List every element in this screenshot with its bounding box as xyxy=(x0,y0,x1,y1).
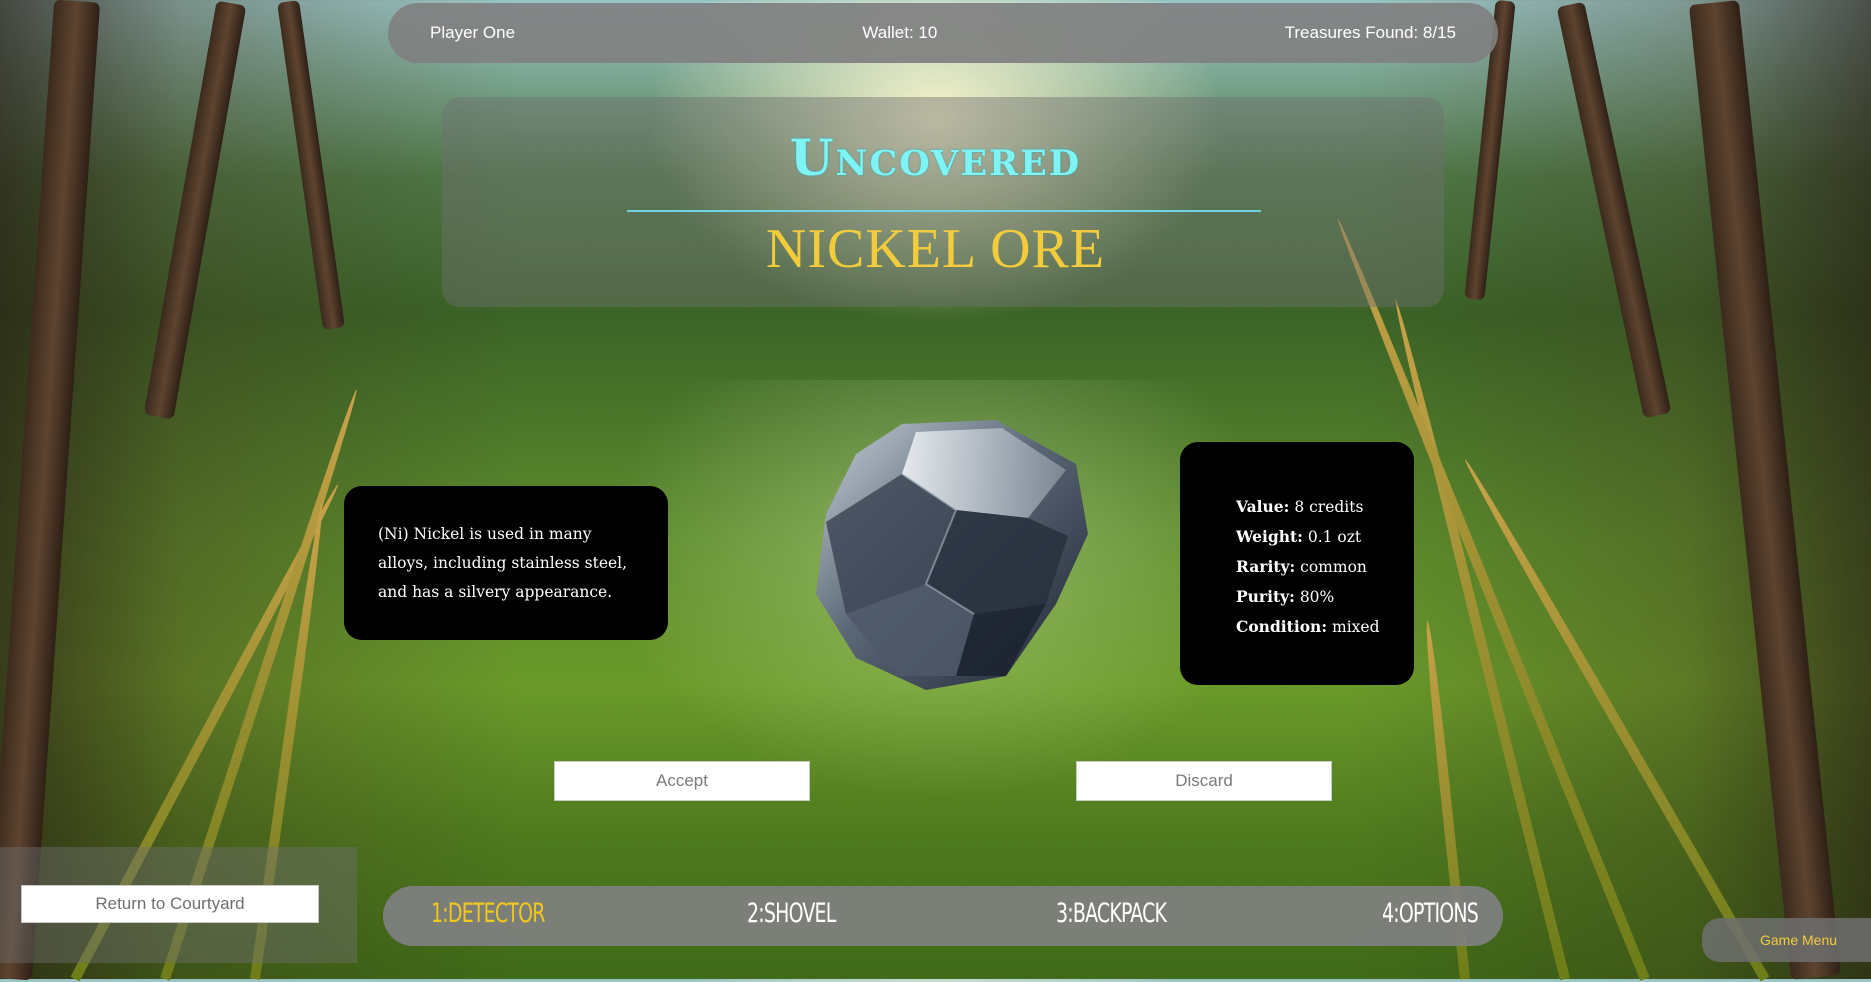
stat-val: 0.1 ozt xyxy=(1307,528,1362,546)
stat-label: Purity: xyxy=(1236,587,1295,606)
stat-label: Rarity: xyxy=(1236,557,1296,576)
uncovered-heading: Uncovered xyxy=(789,128,1082,187)
game-menu-button[interactable]: Game Menu xyxy=(1702,918,1871,962)
stat-val: mixed xyxy=(1332,618,1380,636)
stat-label: Condition: xyxy=(1236,617,1328,636)
stat-val: 80% xyxy=(1299,588,1335,606)
tree-trunk xyxy=(143,0,247,420)
stat-value: Value: 8 credits xyxy=(1236,492,1394,522)
stat-weight: Weight: 0.1 ozt xyxy=(1236,522,1394,552)
accept-button[interactable]: Accept xyxy=(554,761,810,801)
stat-label: Value: xyxy=(1236,497,1290,516)
item-name: NICKEL ORE xyxy=(765,218,1106,280)
tool-options[interactable]: 4:OPTIONS xyxy=(1382,898,1479,929)
wallet-balance: Wallet: 10 xyxy=(862,23,938,42)
tool-backpack[interactable]: 3:BACKPACK xyxy=(1056,898,1167,929)
stat-label: Weight: xyxy=(1236,527,1303,546)
tool-shovel[interactable]: 2:SHOVEL xyxy=(747,898,836,929)
treasures-found-count: Treasures Found: 8/15 xyxy=(1284,23,1456,42)
item-stats-panel: Value: 8 credits Weight: 0.1 ozt Rarity:… xyxy=(1180,442,1414,685)
title-divider xyxy=(627,210,1261,212)
stat-val: 8 credits xyxy=(1294,498,1364,516)
item-description-panel: (Ni) Nickel is used in many alloys, incl… xyxy=(344,486,668,640)
status-bar: Player One Wallet: 10 Treasures Found: 8… xyxy=(388,3,1498,63)
grass-blade xyxy=(1460,456,1770,982)
stat-rarity: Rarity: common xyxy=(1236,552,1394,582)
player-name: Player One xyxy=(430,23,516,42)
tree-trunk xyxy=(1556,1,1672,419)
stat-condition: Condition: mixed xyxy=(1236,612,1394,642)
nickel-ore-rock-icon xyxy=(816,420,1088,690)
stat-val: common xyxy=(1300,558,1367,576)
grass-blade xyxy=(1390,298,1570,981)
return-to-courtyard-button[interactable]: Return to Courtyard xyxy=(21,885,319,923)
item-description: (Ni) Nickel is used in many alloys, incl… xyxy=(378,525,628,601)
tool-bar: 1:DETECTOR 2:SHOVEL 3:BACKPACK 4:OPTIONS xyxy=(383,886,1503,946)
discard-button[interactable]: Discard xyxy=(1076,761,1332,801)
stat-purity: Purity: 80% xyxy=(1236,582,1394,612)
tool-detector[interactable]: 1:DETECTOR xyxy=(431,898,545,929)
